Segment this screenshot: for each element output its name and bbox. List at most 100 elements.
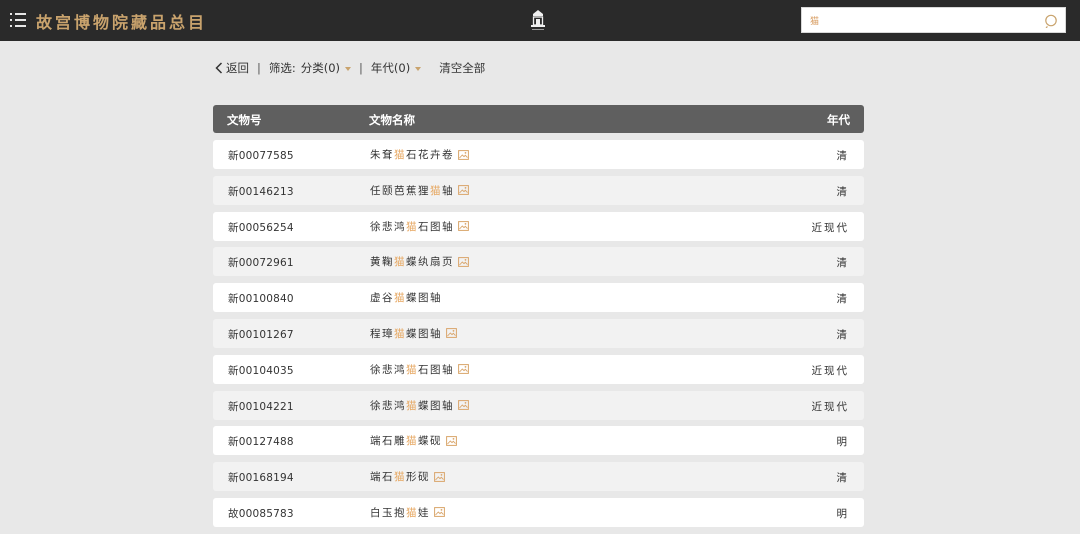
artifact-name-part: 徐悲鸿 (370, 399, 406, 412)
artifact-name[interactable]: 朱耷猫石花卉卷 (370, 147, 469, 162)
search-input[interactable] (802, 8, 1037, 32)
table-row[interactable]: 新00127488 端石雕猫蝶砚 明 (213, 426, 864, 456)
artifact-name-part: 蝶图轴 (406, 327, 442, 340)
artifact-id: 故00085783 (228, 507, 294, 520)
artifact-name-part: 轴 (442, 184, 454, 197)
artifact-id: 新00146213 (228, 185, 294, 198)
search-highlight: 猫 (406, 399, 418, 412)
site-title[interactable]: 故宫博物院藏品总目 (36, 9, 207, 33)
artifact-name[interactable]: 程璋猫蝶图轴 (370, 326, 457, 341)
clear-all-button[interactable]: 清空全部 (439, 60, 485, 76)
artifact-name-part: 蝶图轴 (418, 399, 454, 412)
table-row[interactable]: 新00101267 程璋猫蝶图轴 清 (213, 318, 864, 348)
image-icon[interactable] (458, 364, 469, 375)
artifact-name-part: 白玉抱 (370, 506, 406, 519)
chevron-left-icon (215, 62, 223, 74)
artifact-name-part: 娃 (418, 506, 430, 519)
table-row[interactable]: 新00077585 朱耷猫石花卉卷 清 (213, 140, 864, 169)
artifact-era: 清 (836, 150, 849, 162)
artifact-name[interactable]: 黄鞠猫蝶纨扇页 (370, 254, 469, 269)
artifact-era: 清 (836, 185, 849, 198)
artifact-name[interactable]: 端石雕猫蝶砚 (370, 433, 457, 448)
image-icon[interactable] (458, 149, 469, 160)
search-highlight: 猫 (394, 292, 406, 305)
category-filter-dropdown[interactable]: 分类(0) (300, 60, 352, 76)
caret-down-icon (345, 67, 352, 71)
artifact-name-part: 石图轴 (418, 363, 454, 376)
column-header-era[interactable]: 年代 (827, 112, 850, 128)
artifact-name[interactable]: 徐悲鸿猫石图轴 (370, 219, 469, 234)
artifact-era: 近现代 (811, 400, 849, 413)
search-highlight: 猫 (394, 327, 406, 340)
artifact-name-part: 形砚 (406, 471, 430, 484)
table-row[interactable]: 新00104221 徐悲鸿猫蝶图轴 近现代 (213, 390, 864, 420)
search-box (801, 7, 1066, 33)
image-icon[interactable] (458, 221, 469, 231)
artifact-name[interactable]: 徐悲鸿猫蝶图轴 (370, 398, 469, 413)
search-highlight: 猫 (406, 506, 418, 519)
artifact-id: 新00127488 (228, 436, 294, 449)
artifact-name[interactable]: 任颐芭蕉狸猫轴 (370, 183, 469, 198)
column-header-name[interactable]: 文物名称 (369, 112, 415, 128)
artifact-name[interactable]: 徐悲鸿猫石图轴 (370, 362, 469, 377)
artifact-id: 新00056254 (228, 221, 294, 234)
artifact-id: 新00072961 (228, 257, 294, 270)
results-list: 新00077585 朱耷猫石花卉卷清新00146213 任颐芭蕉狸猫轴清新00056… (213, 140, 864, 534)
artifact-id: 新00101267 (228, 328, 294, 341)
search-highlight: 猫 (394, 149, 406, 161)
artifact-era: 近现代 (811, 221, 849, 234)
image-icon[interactable] (458, 400, 469, 410)
table-row[interactable]: 新00072961 黄鞠猫蝶纨扇页 清 (213, 247, 864, 277)
search-highlight: 猫 (430, 184, 442, 197)
search-icon[interactable] (1044, 14, 1058, 28)
separator: | (359, 61, 363, 75)
artifact-name-part: 蝶纨扇页 (406, 256, 454, 269)
artifact-era: 清 (836, 257, 849, 270)
table-row[interactable]: 新00168194 端石猫形砚 清 (213, 462, 864, 492)
artifact-name-part: 任颐芭蕉狸 (370, 184, 430, 197)
artifact-name-part: 虚谷 (370, 292, 394, 305)
artifact-name[interactable]: 端石猫形砚 (370, 469, 445, 484)
artifact-name-part: 徐悲鸿 (370, 220, 406, 233)
back-button[interactable]: 返回 (215, 60, 249, 76)
artifact-era: 近现代 (811, 364, 849, 377)
image-icon[interactable] (458, 256, 469, 267)
search-highlight: 猫 (394, 256, 406, 269)
table-header: 文物号 文物名称 年代 (213, 105, 864, 133)
image-icon[interactable] (458, 185, 469, 196)
search-highlight: 猫 (406, 435, 418, 448)
artifact-id: 新00168194 (228, 472, 294, 485)
table-row[interactable]: 新00056254 徐悲鸿猫石图轴 近现代 (213, 211, 864, 241)
image-icon[interactable] (434, 471, 445, 482)
artifact-name-part: 黄鞠 (370, 256, 394, 269)
image-icon[interactable] (446, 328, 457, 339)
artifact-name-part: 石图轴 (418, 220, 454, 233)
artifact-name-part: 端石 (370, 471, 394, 484)
table-row[interactable]: 新00104035 徐悲鸿猫石图轴 近现代 (213, 354, 864, 384)
column-header-id[interactable]: 文物号 (227, 112, 262, 128)
artifact-name-part: 程璋 (370, 327, 394, 340)
filter-label: 筛选: (268, 61, 296, 75)
era-filter-label: 年代(0) (370, 61, 411, 75)
artifact-id: 新00100840 (228, 293, 294, 306)
category-filter-label: 分类(0) (300, 61, 341, 75)
search-highlight: 猫 (406, 220, 418, 233)
palace-logo-icon[interactable] (530, 10, 546, 32)
image-icon[interactable] (446, 435, 457, 446)
era-filter-dropdown[interactable]: 年代(0) (370, 60, 422, 76)
artifact-id: 新00104221 (228, 400, 294, 413)
artifact-name[interactable]: 白玉抱猫娃 (370, 505, 445, 520)
table-row[interactable]: 故00085783 白玉抱猫娃 明 (213, 497, 864, 527)
artifact-id: 新00104035 (228, 364, 294, 377)
artifact-era: 明 (836, 507, 849, 520)
image-icon[interactable] (434, 507, 445, 518)
artifact-era: 清 (836, 328, 849, 341)
table-row[interactable]: 新00146213 任颐芭蕉狸猫轴 清 (213, 175, 864, 205)
artifact-name[interactable]: 虚谷猫蝶图轴 (370, 290, 442, 305)
caret-down-icon (415, 67, 422, 71)
menu-icon[interactable] (10, 12, 26, 28)
artifact-id: 新00077585 (228, 150, 294, 162)
artifact-name-part: 蝶砚 (418, 435, 442, 448)
top-header: 故宫博物院藏品总目 (0, 0, 1080, 41)
table-row[interactable]: 新00100840 虚谷猫蝶图轴 清 (213, 283, 864, 313)
